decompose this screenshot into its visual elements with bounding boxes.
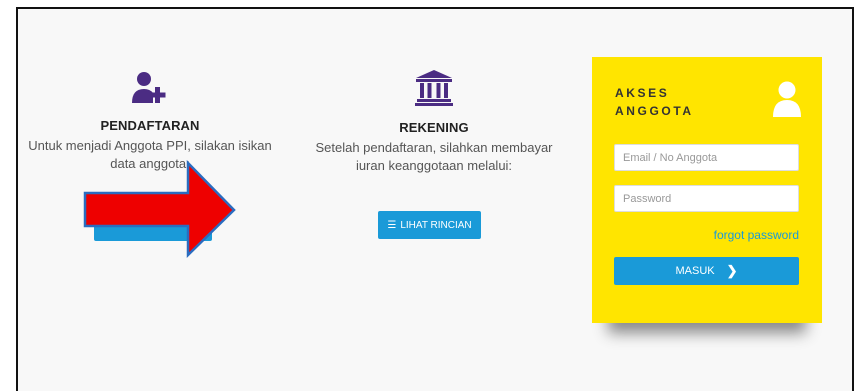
login-title: AKSES ANGGOTA (615, 86, 694, 118)
account-description: Setelah pendaftaran, silahkan membayar i… (315, 140, 553, 173)
member-login-card: AKSES ANGGOTA forgot password MASUK ❯ (592, 57, 822, 323)
registration-title: PENDAFTARAN (100, 118, 200, 133)
bank-icon (415, 70, 453, 106)
view-details-button[interactable]: ☰ LIHAT RINCIAN (378, 211, 481, 239)
user-icon (773, 81, 801, 117)
list-icon: ☰ (387, 219, 397, 231)
registration-panel: PENDAFTARAN Untuk menjadi Anggota PPI, s… (16, 70, 284, 173)
red-arrow (83, 160, 236, 258)
account-panel: REKENING Setelah pendaftaran, silahkan m… (300, 70, 568, 175)
forgot-password-link[interactable]: forgot password (714, 228, 799, 242)
chevron-right-icon: ❯ (726, 263, 738, 278)
view-details-label: LIHAT RINCIAN (400, 219, 472, 231)
email-input[interactable] (614, 144, 799, 171)
password-input[interactable] (614, 185, 799, 212)
login-button-label: MASUK (675, 265, 715, 277)
account-title: REKENING (399, 120, 469, 135)
login-button[interactable]: MASUK ❯ (614, 257, 799, 285)
user-plus-icon (132, 72, 166, 103)
